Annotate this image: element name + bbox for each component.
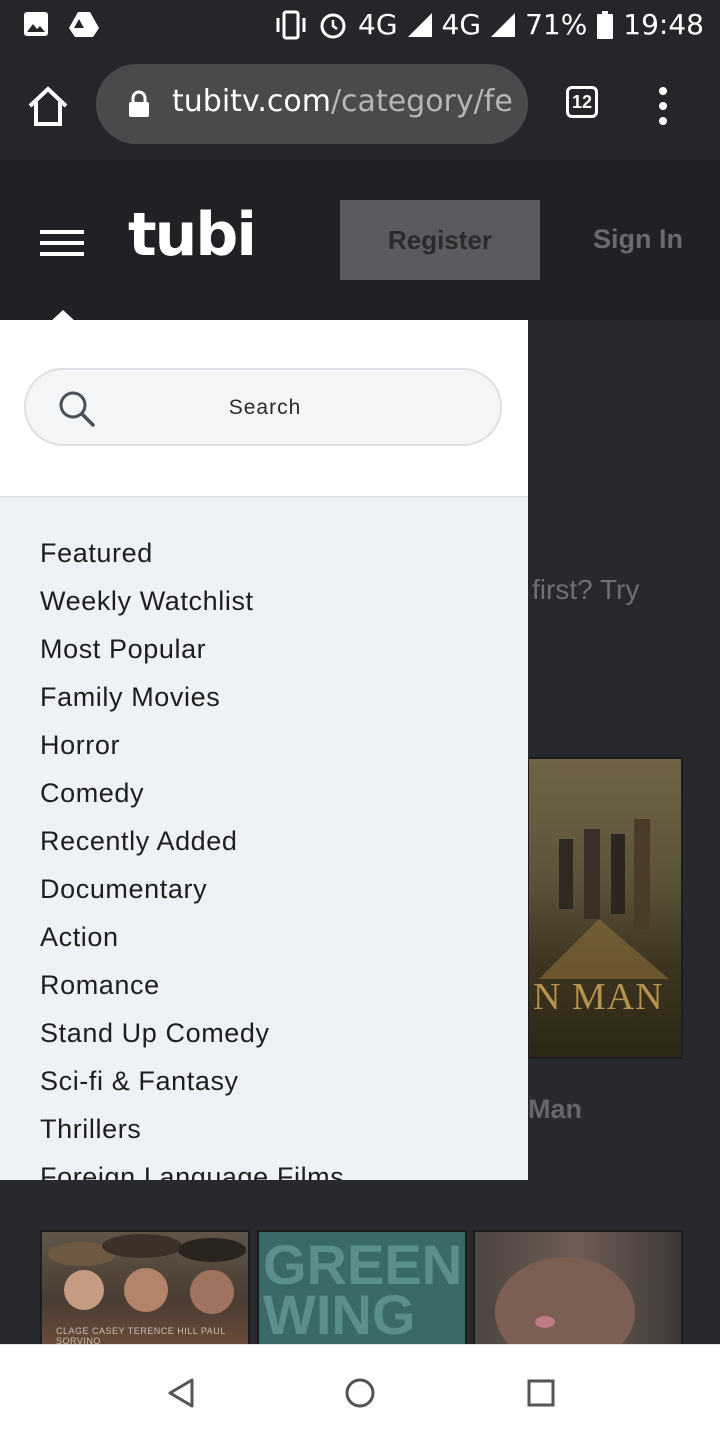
category-most-popular[interactable]: Most Popular: [40, 632, 344, 680]
search-box[interactable]: [24, 368, 504, 446]
category-sci-fi-fantasy[interactable]: Sci-fi & Fantasy: [40, 1064, 344, 1112]
tubi-page: tubi Register Sign In first? Try N MAN M…: [0, 160, 720, 1344]
browser-toolbar: tubitv.com/category/fea 12: [0, 50, 720, 160]
system-navigation-bar: [0, 1344, 720, 1441]
vibrate-icon: [276, 10, 306, 39]
home-circle-icon[interactable]: [344, 1377, 376, 1409]
movie-thumbnail[interactable]: CLAGE CASEY TERENCE HILL PAUL SORVINO: [40, 1230, 250, 1344]
sign-in-link[interactable]: Sign In: [593, 224, 683, 255]
lock-icon: [129, 90, 149, 117]
category-romance[interactable]: Romance: [40, 968, 344, 1016]
alarm-icon: [320, 13, 346, 38]
movie-thumbnail[interactable]: [473, 1230, 683, 1344]
signal-icon: [491, 12, 516, 37]
category-recently-added[interactable]: Recently Added: [40, 824, 344, 872]
tab-count: 12: [571, 91, 593, 112]
network-label-2: 4G: [441, 8, 482, 41]
more-options-icon[interactable]: [656, 86, 670, 126]
back-icon[interactable]: [166, 1377, 196, 1409]
battery-icon: [597, 10, 614, 39]
category-stand-up-comedy[interactable]: Stand Up Comedy: [40, 1016, 344, 1064]
poster-title: N MAN: [533, 976, 664, 1018]
address-bar[interactable]: tubitv.com/category/fea: [96, 64, 528, 144]
network-label-1: 4G: [358, 8, 398, 41]
tubi-logo[interactable]: tubi: [128, 200, 257, 270]
recent-apps-icon[interactable]: [527, 1379, 555, 1407]
site-header: tubi Register Sign In: [0, 160, 720, 320]
url-text: tubitv.com/category/fea: [172, 84, 512, 119]
movie-poster[interactable]: N MAN: [527, 757, 683, 1059]
category-featured[interactable]: Featured: [40, 536, 344, 584]
signal-icon: [407, 12, 432, 37]
category-comedy[interactable]: Comedy: [40, 776, 344, 824]
battery-percent: 71%: [525, 8, 588, 41]
thumbnail-credits: CLAGE CASEY TERENCE HILL PAUL SORVINO: [56, 1326, 226, 1344]
category-documentary[interactable]: Documentary: [40, 872, 344, 920]
status-bar: 4G 4G 71% 19:48: [0, 0, 720, 50]
tab-switcher-button[interactable]: 12: [566, 86, 598, 118]
search-input[interactable]: [26, 370, 504, 446]
home-icon[interactable]: [26, 84, 70, 128]
thumbnail-image: [495, 1257, 635, 1344]
image-icon: [24, 12, 48, 36]
category-list: Featured Weekly Watchlist Most Popular F…: [40, 536, 344, 1180]
category-dropdown: Featured Weekly Watchlist Most Popular F…: [0, 320, 528, 1180]
background-text: first? Try: [532, 574, 640, 605]
movie-title[interactable]: Man: [528, 1094, 582, 1125]
category-thrillers[interactable]: Thrillers: [40, 1112, 344, 1160]
drive-icon: [69, 12, 99, 37]
category-family-movies[interactable]: Family Movies: [40, 680, 344, 728]
category-weekly-watchlist[interactable]: Weekly Watchlist: [40, 584, 344, 632]
hamburger-menu-icon[interactable]: [40, 230, 84, 256]
thumbnail-title: GREEN WING: [263, 1233, 463, 1344]
category-action[interactable]: Action: [40, 920, 344, 968]
clock: 19:48: [623, 8, 704, 41]
register-button[interactable]: Register: [340, 200, 540, 280]
poster-figures-image: [539, 819, 669, 979]
category-horror[interactable]: Horror: [40, 728, 344, 776]
movie-thumbnail[interactable]: GREEN WING: [257, 1230, 467, 1344]
category-foreign-language-films[interactable]: Foreign Language Films: [40, 1160, 344, 1180]
dropdown-search-area: [0, 320, 528, 497]
